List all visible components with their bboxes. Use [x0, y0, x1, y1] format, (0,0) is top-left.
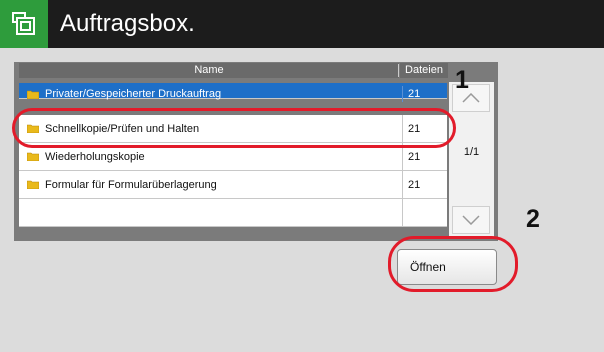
job-box-icon	[0, 0, 48, 48]
content-area: Name Dateien Privater/Gespeicherter Druc…	[0, 48, 604, 352]
list-item-label: Formular für Formularüberlagerung	[45, 179, 217, 191]
list-item-label: Schnellkopie/Prüfen und Halten	[45, 123, 200, 135]
column-header-files[interactable]: Dateien	[400, 63, 448, 78]
page-indicator: 1/1	[463, 146, 480, 158]
folder-icon	[27, 124, 39, 133]
callout-number-2: 2	[526, 205, 540, 233]
callout-number-1: 1	[455, 66, 469, 94]
list-item-form-overlay[interactable]: Formular für Formularüberlagerung 21	[19, 171, 447, 199]
list-item-private-stored-print-job[interactable]: Privater/Gespeicherter Druckauftrag 21	[19, 83, 447, 102]
column-header-name[interactable]: Name	[19, 63, 399, 78]
chevron-down-icon	[462, 215, 480, 225]
scroll-panel: 1/1	[449, 82, 494, 237]
scroll-down-button[interactable]	[452, 206, 490, 234]
list-item-quick-copy-proof-hold[interactable]: Schnellkopie/Prüfen und Halten 21	[19, 115, 447, 143]
window-title: Auftragsbox.	[60, 10, 195, 37]
title-bar: Auftragsbox.	[0, 0, 604, 48]
list-item-file-count: 21	[402, 115, 446, 143]
job-box-list: Name Dateien Privater/Gespeicherter Druc…	[14, 62, 498, 241]
list-item-file-count	[402, 199, 446, 227]
open-button[interactable]: Öffnen	[397, 249, 497, 285]
list-item-label: Privater/Gespeicherter Druckauftrag	[45, 88, 222, 100]
list-item-file-count: 21	[402, 86, 446, 102]
folder-icon	[27, 90, 39, 99]
list-item-empty	[19, 199, 447, 227]
column-divider	[398, 64, 399, 77]
list-item-file-count: 21	[402, 171, 446, 199]
folder-icon	[27, 152, 39, 161]
list-item-repeat-copy[interactable]: Wiederholungskopie 21	[19, 143, 447, 171]
list-item-label: Wiederholungskopie	[45, 151, 145, 163]
list-item-file-count: 21	[402, 143, 446, 171]
folder-icon	[27, 180, 39, 189]
